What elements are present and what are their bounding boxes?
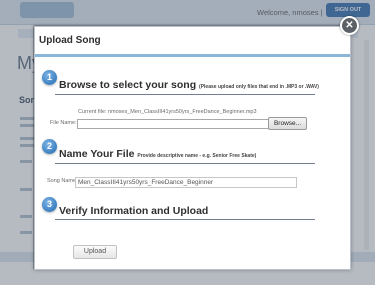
- step3-divider: [55, 219, 315, 220]
- step1-divider: [55, 94, 315, 95]
- song-name-label: Song Name:: [47, 178, 78, 184]
- step1-title: Browse to select your song (Please uploa…: [59, 79, 319, 91]
- step1-title-text: Browse to select your song: [59, 79, 197, 91]
- browse-button[interactable]: Browse...: [268, 117, 307, 130]
- current-file-line: Current file: nmoses_Men_ClassIII41yrs50…: [78, 109, 257, 115]
- file-name-label: File Name:: [50, 120, 77, 126]
- upload-button[interactable]: Upload: [73, 245, 117, 259]
- step-number-icon: 2: [42, 139, 57, 154]
- step2-hint: Provide descriptive name - e.g. Senior F…: [137, 153, 257, 159]
- step-number-icon: 1: [42, 70, 57, 85]
- title-divider: [35, 54, 350, 57]
- step2-title: Name Your File Provide descriptive name …: [59, 148, 256, 160]
- upload-song-dialog: Upload Song 1 Browse to select your song…: [34, 26, 351, 270]
- step1-hint: (Please upload only files that end in .M…: [199, 84, 319, 90]
- song-name-input[interactable]: Men_ClassIII41yrs50yrs_FreeDance_Beginne…: [75, 177, 297, 188]
- dialog-title: Upload Song: [39, 35, 101, 46]
- file-name-input[interactable]: [77, 119, 269, 129]
- current-file-value: nmoses_Men_ClassIII41yrs50yrs_FreeDance_…: [107, 109, 257, 115]
- step2-title-text: Name Your File: [59, 148, 135, 160]
- step3-title: Verify Information and Upload: [59, 205, 209, 217]
- step-number-icon: 3: [42, 197, 57, 212]
- current-file-label: Current file:: [78, 109, 107, 115]
- step2-divider: [55, 163, 315, 164]
- close-icon[interactable]: ✕: [340, 16, 359, 35]
